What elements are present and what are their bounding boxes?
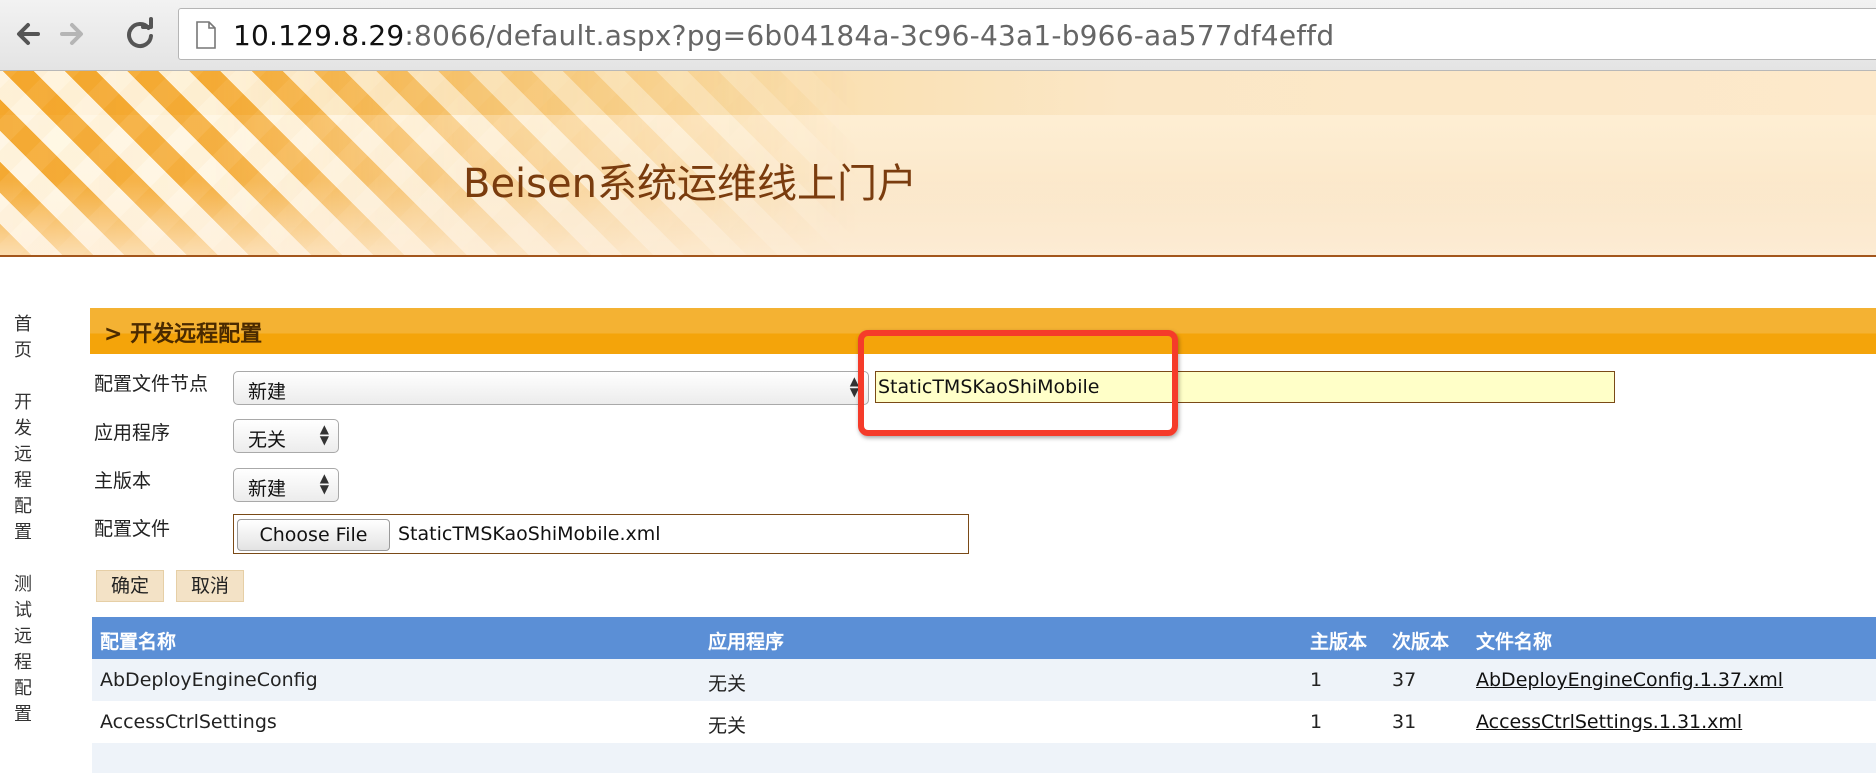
cell-application: 无关: [708, 715, 747, 737]
select-arrows-icon: ▲ ▼: [319, 471, 329, 496]
column-header-config-name[interactable]: 配置名称: [100, 627, 176, 654]
header-banner: Beisen系统运维线上门户: [0, 71, 1876, 257]
column-header-application[interactable]: 应用程序: [708, 627, 784, 654]
cell-major-version: 1: [1310, 711, 1323, 733]
cell-file-link[interactable]: AbDeployEngineConfig.1.37.xml: [1476, 669, 1783, 691]
url-path: :8066/default.aspx?pg=6b04184a-3c96-43a1…: [404, 19, 1335, 52]
cell-file-link[interactable]: AccessCtrlSettings.1.31.xml: [1476, 711, 1742, 733]
select-arrows-icon: ▲ ▼: [319, 422, 329, 447]
site-title: Beisen系统运维线上门户: [463, 161, 917, 207]
url-host: 10.129.8.29: [233, 19, 405, 52]
cell-config-name: AccessCtrlSettings: [100, 711, 277, 733]
table-row-partial: [92, 743, 1876, 773]
cancel-button[interactable]: 取消: [176, 570, 244, 602]
table-row: AbDeployEngineConfig 无关 1 37 AbDeployEng…: [92, 659, 1876, 701]
chosen-file-name: StaticTMSKaoShiMobile.xml: [398, 523, 661, 545]
cell-config-name: AbDeployEngineConfig: [100, 669, 318, 691]
column-header-file-name[interactable]: 文件名称: [1476, 627, 1552, 654]
cell-major-version: 1: [1310, 669, 1323, 691]
table-header-row: 配置名称 应用程序 主版本 次版本 文件名称: [92, 617, 1876, 659]
side-nav: 首页 开发远程配置 测试远程配置: [12, 312, 36, 728]
config-file-label: 配置文件: [94, 518, 171, 540]
sidebar-item-dev-remote-config[interactable]: 开发远程配置: [12, 390, 34, 546]
browser-toolbar: 10.129.8.29:8066/default.aspx?pg=6b04184…: [0, 0, 1876, 71]
cell-minor-version: 37: [1392, 669, 1417, 691]
config-node-select[interactable]: 新建 ▲ ▼: [233, 371, 869, 405]
major-version-select[interactable]: 新建 ▲ ▼: [233, 468, 339, 502]
config-table: 配置名称 应用程序 主版本 次版本 文件名称 AbDeployEngineCon…: [92, 617, 1876, 773]
url-text: 10.129.8.29:8066/default.aspx?pg=6b04184…: [233, 19, 1334, 52]
page-icon: [195, 21, 217, 49]
address-bar[interactable]: 10.129.8.29:8066/default.aspx?pg=6b04184…: [178, 8, 1876, 60]
column-header-minor-version[interactable]: 次版本: [1392, 627, 1449, 654]
config-node-label: 配置文件节点: [94, 373, 209, 395]
choose-file-button[interactable]: Choose File: [237, 519, 390, 551]
app-label: 应用程序: [94, 422, 171, 444]
cell-minor-version: 31: [1392, 711, 1417, 733]
major-version-label: 主版本: [94, 470, 152, 492]
annotation-highlight-box: [858, 330, 1178, 436]
app-select[interactable]: 无关 ▲ ▼: [233, 419, 339, 453]
app-select-value: 无关: [248, 429, 287, 451]
sidebar-item-test-remote-config[interactable]: 测试远程配置: [12, 572, 34, 728]
major-version-select-value: 新建: [248, 478, 287, 500]
column-header-major-version[interactable]: 主版本: [1310, 627, 1367, 654]
section-title: > 开发远程配置: [104, 322, 263, 347]
cell-application: 无关: [708, 673, 747, 695]
ok-button[interactable]: 确定: [96, 570, 164, 602]
back-arrow-icon[interactable]: [8, 14, 48, 54]
file-input: Choose File StaticTMSKaoShiMobile.xml: [233, 514, 969, 554]
sidebar-item-home[interactable]: 首页: [12, 312, 34, 364]
banner-fade: [0, 181, 1876, 255]
reload-icon[interactable]: [120, 14, 160, 54]
forward-arrow-icon[interactable]: [52, 14, 92, 54]
config-node-select-value: 新建: [248, 381, 287, 403]
table-row: AccessCtrlSettings 无关 1 31 AccessCtrlSet…: [92, 701, 1876, 743]
